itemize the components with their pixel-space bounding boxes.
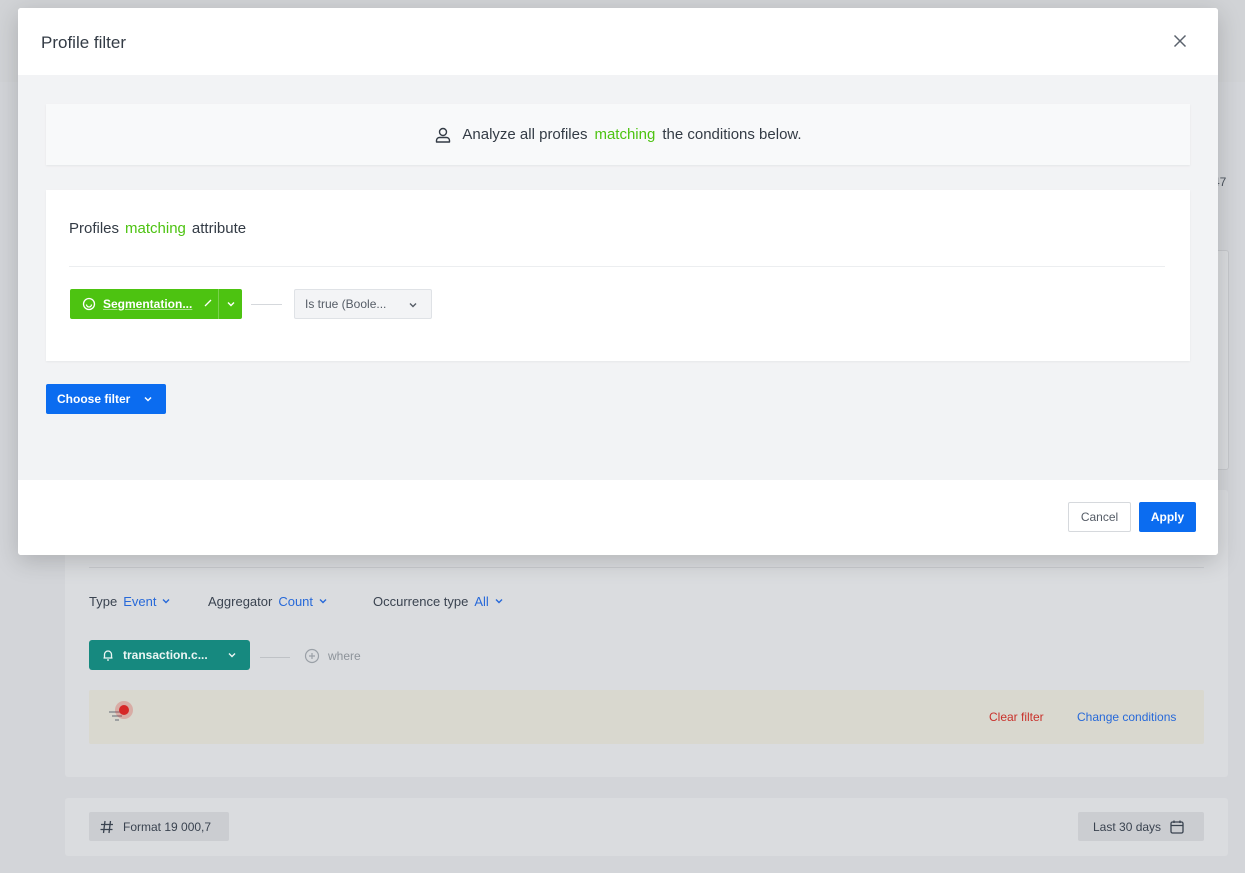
- segmentation-label: Segmentation...: [103, 297, 193, 311]
- active-filter-bar: Clear filter Change conditions: [89, 690, 1204, 744]
- event-chip-label: transaction.c...: [123, 648, 208, 662]
- attribute-highlight: matching: [125, 220, 186, 237]
- close-icon[interactable]: [1170, 31, 1190, 51]
- segmentation-chip[interactable]: Segmentation...: [70, 289, 242, 319]
- modal-footer: Cancel Apply: [18, 480, 1218, 555]
- chevron-down-icon: [409, 303, 417, 308]
- attribute-divider: [69, 266, 1165, 267]
- chevron-down-icon: [319, 599, 327, 604]
- condition-select[interactable]: Is true (Boole...: [294, 289, 432, 319]
- filter-active-dot: [119, 705, 129, 715]
- choose-filter-button[interactable]: Choose filter: [46, 384, 166, 414]
- edit-icon[interactable]: [202, 297, 214, 309]
- condition-value: Is true (Boole...: [305, 297, 387, 311]
- info-prefix: Analyze all profiles: [462, 126, 588, 143]
- profile-filter-modal: Profile filter Analyze all profiles matc…: [18, 8, 1218, 555]
- apply-button[interactable]: Apply: [1139, 502, 1196, 532]
- attribute-card-title: Profiles matching attribute: [69, 220, 246, 237]
- calendar-icon: [1170, 820, 1184, 834]
- segmentation-icon: [82, 297, 96, 311]
- where-label: where: [328, 649, 361, 663]
- change-conditions-link[interactable]: Change conditions: [1077, 710, 1176, 724]
- user-icon: [434, 126, 452, 144]
- connector-line: [260, 657, 290, 658]
- occurrence-setting[interactable]: Occurrence type All: [373, 592, 504, 610]
- occurrence-value[interactable]: All: [474, 594, 488, 609]
- aggregator-label: Aggregator: [208, 593, 273, 609]
- attribute-suffix: attribute: [191, 220, 247, 237]
- chevron-down-icon[interactable]: [225, 298, 237, 310]
- modal-header: Profile filter: [18, 8, 1218, 75]
- modal-body: Analyze all profiles matching the condit…: [18, 75, 1218, 480]
- info-banner: Analyze all profiles matching the condit…: [46, 104, 1190, 165]
- hash-icon: [100, 820, 113, 833]
- chip-separator: [218, 289, 219, 319]
- add-where-button[interactable]: where: [304, 648, 361, 664]
- clear-filter-link[interactable]: Clear filter: [989, 710, 1044, 724]
- occurrence-label: Occurrence type: [373, 593, 469, 609]
- bell-icon: [103, 650, 113, 661]
- modal-title: Profile filter: [41, 33, 127, 52]
- format-chip[interactable]: Format 19 000,7: [89, 812, 229, 841]
- aggregator-setting[interactable]: Aggregator Count: [208, 592, 328, 610]
- chevron-down-icon: [495, 599, 503, 604]
- type-setting[interactable]: Type Event: [89, 592, 171, 610]
- cancel-button[interactable]: Cancel: [1068, 502, 1131, 532]
- chevron-down-icon[interactable]: [226, 649, 238, 661]
- chevron-down-icon: [144, 396, 152, 402]
- choose-filter-label: Choose filter: [57, 392, 131, 406]
- chevron-down-icon: [162, 599, 170, 604]
- attribute-condition-card: Profiles matching attribute Segmentation..…: [46, 190, 1190, 361]
- settings-divider: [89, 567, 1204, 568]
- type-label: Type: [89, 593, 118, 609]
- aggregator-value[interactable]: Count: [278, 594, 313, 609]
- format-label: Format 19 000,7: [123, 819, 212, 834]
- info-suffix: the conditions below.: [662, 126, 802, 143]
- event-chip[interactable]: transaction.c...: [89, 640, 250, 670]
- chart-footer: Format 19 000,7 Last 30 days: [65, 798, 1228, 856]
- type-value[interactable]: Event: [123, 594, 156, 609]
- info-highlight: matching: [594, 126, 656, 143]
- date-range-chip[interactable]: Last 30 days: [1078, 812, 1204, 841]
- connector-line: [251, 304, 282, 305]
- attribute-prefix: Profiles: [69, 220, 120, 237]
- plus-circle-icon: [304, 648, 320, 664]
- date-range-label: Last 30 days: [1093, 819, 1162, 834]
